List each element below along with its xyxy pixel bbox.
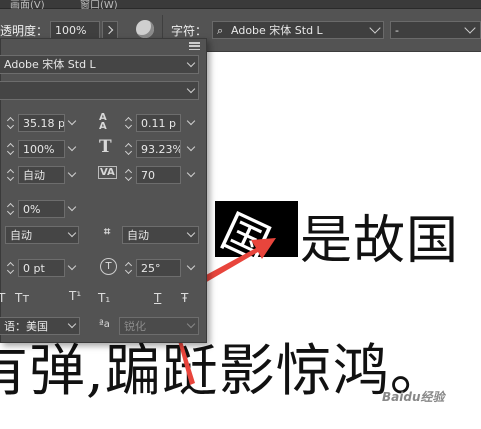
panel-font-family-select[interactable]: Adobe 宋体 Std L — [0, 55, 199, 74]
strikethrough-button[interactable]: Ŧ — [181, 291, 188, 305]
small-caps-button[interactable]: Tт — [15, 291, 29, 305]
vertical-scale-stepper[interactable] — [6, 141, 15, 157]
panel-font-style-select[interactable] — [0, 81, 199, 100]
rotation-chevron-down-icon[interactable] — [186, 261, 196, 271]
baseline-shift-chevron-down-icon[interactable] — [67, 261, 77, 271]
language-select[interactable]: 语：美国 — [0, 317, 80, 335]
kerning-stepper[interactable] — [6, 167, 15, 183]
rotation-icon: T — [100, 258, 117, 275]
horizontal-scale-icon: T — [99, 137, 112, 157]
leading-input[interactable]: 0.11 p — [136, 114, 181, 132]
rotation-stepper[interactable] — [124, 260, 133, 276]
tsume-input[interactable]: 0% — [18, 200, 65, 218]
underline-button[interactable]: T — [154, 291, 161, 305]
leading-chevron-down-icon[interactable] — [186, 116, 196, 126]
aki-select[interactable]: 自动 — [122, 226, 199, 244]
rotation-input[interactable]: 25° — [136, 259, 181, 277]
tracking-chevron-down-icon[interactable] — [186, 168, 196, 178]
font-size-input[interactable]: 35.18 p — [18, 114, 65, 132]
aki-icon: ⌗ — [104, 225, 111, 238]
subscript-button[interactable]: T₁ — [98, 291, 110, 305]
character-panel: Adobe 宋体 Std L 35.18 p AA 0.11 p 100% T … — [0, 38, 207, 343]
font-size-chevron-down-icon[interactable] — [67, 116, 77, 126]
leading-icon: AA — [99, 112, 107, 132]
font-size-stepper[interactable] — [6, 115, 15, 131]
tracking-stepper[interactable] — [124, 167, 133, 183]
antialias-select[interactable]: 锐化 — [119, 317, 199, 335]
baseline-shift-stepper[interactable] — [6, 260, 15, 276]
kerning-select[interactable]: 自动 — [18, 166, 65, 184]
baseline-shift-input[interactable]: 0 pt — [18, 259, 65, 277]
vertical-scale-chevron-down-icon[interactable] — [67, 142, 77, 152]
antialias-icon: ªa — [99, 319, 110, 330]
leading-stepper[interactable] — [124, 115, 133, 131]
vertical-scale-input[interactable]: 100% — [18, 140, 65, 158]
horizontal-scale-input[interactable]: 93.23% — [136, 140, 181, 158]
tracking-input[interactable]: 70 — [136, 166, 181, 184]
tsume-stepper[interactable] — [6, 201, 15, 217]
tracking-icon: VA — [98, 166, 117, 179]
mojikumi-select[interactable]: 自动 — [5, 226, 79, 244]
horizontal-scale-chevron-down-icon[interactable] — [186, 142, 196, 152]
faux-bold-button[interactable]: T — [0, 291, 5, 305]
superscript-button[interactable]: T¹ — [69, 289, 81, 303]
tsume-chevron-down-icon[interactable] — [67, 202, 77, 212]
panel-menu-icon[interactable] — [189, 42, 200, 51]
horizontal-scale-stepper[interactable] — [124, 141, 133, 157]
kerning-chevron-down-icon[interactable] — [67, 168, 77, 178]
